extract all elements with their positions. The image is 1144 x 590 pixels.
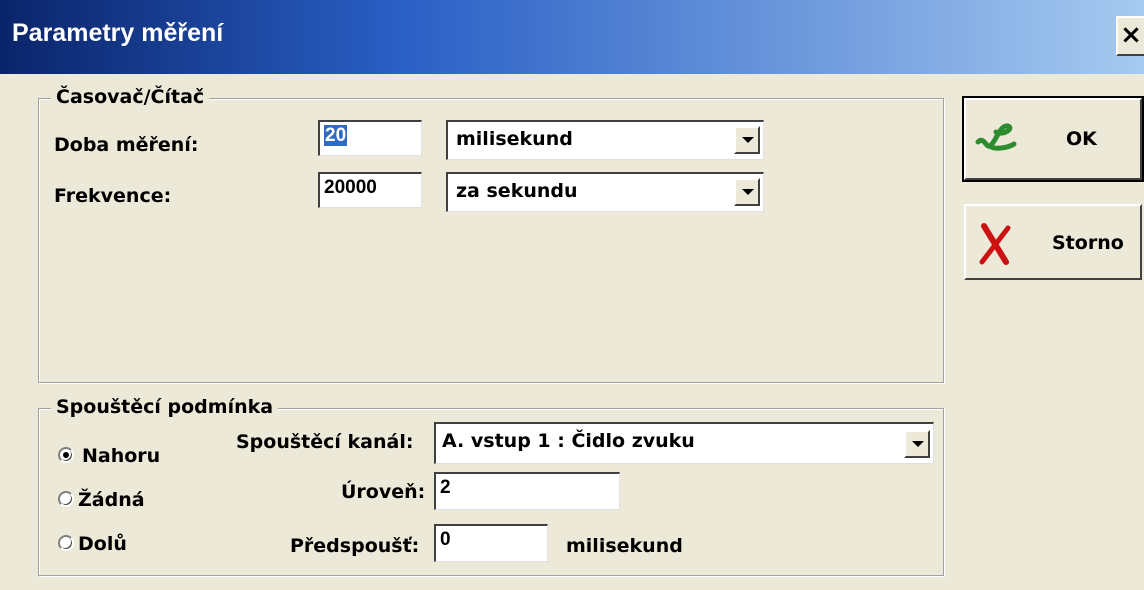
window-title: Parametry měření xyxy=(12,19,224,47)
chevron-down-icon[interactable] xyxy=(734,126,760,154)
cancel-button[interactable]: Storno xyxy=(964,204,1142,280)
level-input[interactable]: 2 xyxy=(434,472,620,510)
channel-label: Spouštěcí kanál: xyxy=(236,431,414,453)
close-button[interactable]: × xyxy=(1116,16,1144,56)
ok-button[interactable]: OK xyxy=(962,96,1144,182)
pretrigger-input[interactable]: 0 xyxy=(434,524,548,562)
duration-label: Doba měření: xyxy=(54,134,199,156)
red-x-icon xyxy=(979,223,1011,265)
pretrigger-unit: milisekund xyxy=(566,535,683,557)
level-label: Úroveň: xyxy=(341,481,426,503)
duration-value: 20 xyxy=(324,125,348,146)
frequency-value: 20000 xyxy=(324,177,377,198)
pretrigger-label: Předspoušť: xyxy=(290,535,420,557)
radio-button-icon[interactable] xyxy=(58,535,74,551)
close-icon: × xyxy=(1120,20,1142,50)
radio-button-icon[interactable] xyxy=(58,447,74,463)
trigger-group-legend: Spouštěcí podmínka xyxy=(51,395,279,419)
duration-input[interactable]: 20 xyxy=(318,120,422,156)
frequency-unit-value: za sekundu xyxy=(456,180,578,202)
green-check-icon xyxy=(975,123,1017,151)
duration-unit-select[interactable]: milisekund xyxy=(446,120,764,160)
frequency-label: Frekvence: xyxy=(54,185,172,207)
radio-label: Žádná xyxy=(78,489,145,511)
radio-nahoru[interactable]: Nahoru xyxy=(56,442,186,470)
radio-button-icon[interactable] xyxy=(58,491,74,507)
radio-zadna[interactable]: Žádná xyxy=(56,486,186,514)
radio-label: Nahoru xyxy=(82,445,161,467)
timer-group-legend: Časovač/Čítač xyxy=(51,85,210,109)
radio-dolu[interactable]: Dolů xyxy=(56,530,186,558)
frequency-input[interactable]: 20000 xyxy=(318,172,422,208)
cancel-label: Storno xyxy=(1052,232,1124,254)
duration-unit-value: milisekund xyxy=(456,128,573,150)
chevron-down-icon[interactable] xyxy=(904,430,930,458)
level-value: 2 xyxy=(440,477,451,498)
chevron-down-icon[interactable] xyxy=(734,178,760,206)
channel-value: A. vstup 1 : Čidlo zvuku xyxy=(442,430,695,452)
pretrigger-value: 0 xyxy=(440,529,451,550)
title-bar: Parametry měření × xyxy=(0,0,1144,74)
radio-label: Dolů xyxy=(78,533,127,555)
channel-select[interactable]: A. vstup 1 : Čidlo zvuku xyxy=(434,422,934,464)
ok-label: OK xyxy=(1066,128,1097,150)
frequency-unit-select[interactable]: za sekundu xyxy=(446,172,764,212)
